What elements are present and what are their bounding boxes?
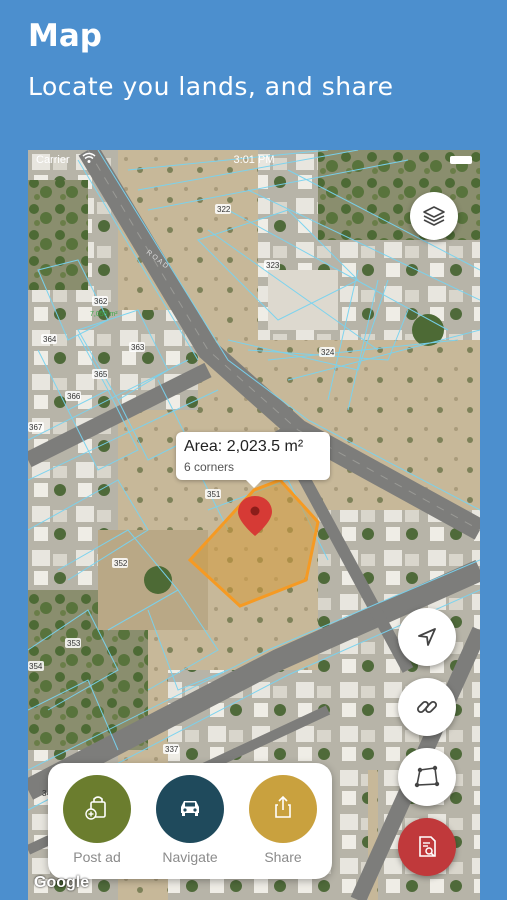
action-panel: Post ad Navigate Share — [48, 763, 332, 879]
area-popup[interactable]: Area: 2,023.5 m² 6 corners — [176, 432, 330, 488]
car-icon — [175, 792, 205, 826]
svg-text:366: 366 — [67, 392, 81, 401]
svg-text:322: 322 — [217, 205, 231, 214]
svg-text:365: 365 — [94, 370, 108, 379]
share-label: Share — [264, 849, 302, 865]
svg-text:351: 351 — [207, 490, 221, 499]
navigation-arrow-icon — [415, 625, 439, 649]
corners-count: 6 corners — [184, 460, 235, 474]
post-ad-action[interactable]: Post ad — [52, 775, 142, 865]
share-action[interactable]: Share — [238, 775, 328, 865]
copy-link-button[interactable] — [398, 678, 456, 736]
area-value: Area: 2,023.5 m² — [184, 438, 304, 455]
navigate-button[interactable] — [156, 775, 224, 843]
bag-plus-icon — [82, 792, 112, 826]
post-ad-button[interactable] — [63, 775, 131, 843]
svg-text:364: 364 — [43, 335, 57, 344]
navigate-action[interactable]: Navigate — [145, 775, 235, 865]
svg-text:7,050 m²: 7,050 m² — [90, 311, 118, 318]
google-logo: Google — [34, 874, 90, 891]
navigate-location-button[interactable] — [398, 608, 456, 666]
header-subtitle: Locate you lands, and share — [28, 72, 394, 101]
report-search-button[interactable] — [398, 818, 456, 876]
svg-text:337: 337 — [165, 745, 179, 754]
status-bar: Carrier 3:01 PM — [28, 152, 480, 170]
svg-text:324: 324 — [321, 348, 335, 357]
svg-text:367: 367 — [29, 423, 43, 432]
svg-text:354: 354 — [29, 662, 43, 671]
share-button[interactable] — [249, 775, 317, 843]
svg-text:363: 363 — [131, 343, 145, 352]
share-icon — [268, 792, 298, 826]
layers-icon — [421, 203, 447, 229]
post-ad-label: Post ad — [73, 849, 121, 865]
svg-text:353: 353 — [67, 639, 81, 648]
layers-button[interactable] — [410, 192, 458, 240]
svg-text:362: 362 — [94, 297, 108, 306]
link-icon — [414, 694, 440, 720]
svg-text:352: 352 — [114, 559, 128, 568]
header-title: Map — [28, 18, 102, 54]
polygon-measure-icon — [413, 763, 441, 791]
phone-screen: 322 323 362 7,050 m² 363 364 365 366 367… — [28, 150, 480, 900]
svg-text:323: 323 — [266, 261, 280, 270]
status-time: 3:01 PM — [233, 154, 275, 166]
navigate-label: Navigate — [162, 849, 218, 865]
report-search-icon — [414, 834, 440, 860]
measure-polygon-button[interactable] — [398, 748, 456, 806]
battery-icon — [450, 156, 472, 164]
